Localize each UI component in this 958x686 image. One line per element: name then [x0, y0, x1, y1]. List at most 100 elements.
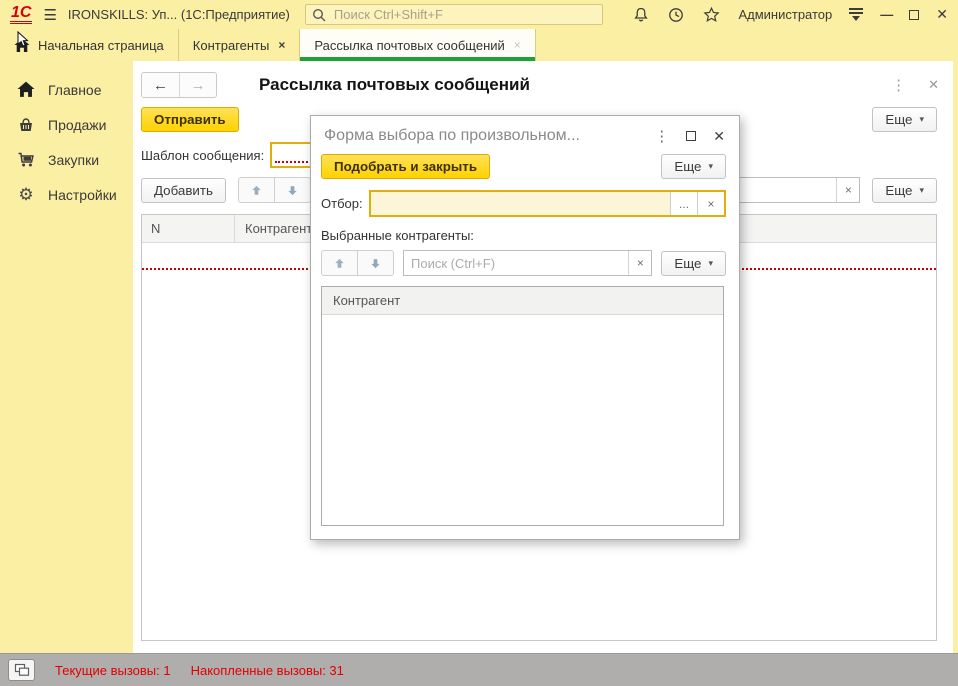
chevron-down-icon: ▾ [919, 115, 924, 124]
clear-search-icon[interactable]: × [628, 251, 651, 275]
sidebar-item-label: Закупки [48, 152, 99, 168]
dialog-toolbar: Подобрать и закрыть Еще ▾ [311, 150, 739, 179]
move-down-button[interactable] [357, 250, 394, 276]
clear-search-icon[interactable]: × [836, 178, 859, 202]
dialog-header[interactable]: Форма выбора по произвольном... ⋮ ✕ [311, 116, 739, 150]
mouse-cursor [17, 31, 31, 49]
sidebar-item-label: Продажи [48, 117, 106, 133]
more-button-label: Еще [885, 183, 912, 198]
arrow-up-icon [333, 257, 346, 270]
dialog-search-box[interactable]: × [403, 250, 652, 276]
forward-button[interactable]: → [179, 73, 216, 97]
chevron-down-icon: ▾ [708, 259, 713, 268]
dialog-title: Форма выбора по произвольном... [324, 127, 654, 145]
favorites-star-icon[interactable] [702, 6, 721, 24]
title-bar: 1С ☰ IRONSKILLS: Уп... (1С:Предприятие) … [0, 0, 958, 29]
main-menu-icon[interactable]: ☰ [43, 6, 56, 24]
table-body[interactable] [322, 315, 723, 525]
performance-indicators-button[interactable] [8, 659, 35, 681]
tab-bar: Начальная страница Контрагенты × Рассылк… [0, 29, 958, 61]
tab-contractors[interactable]: Контрагенты × [179, 29, 301, 61]
dialog-command-bar: × Еще ▾ [311, 243, 739, 276]
arrow-down-icon [286, 184, 299, 197]
table-header: Контрагент [322, 287, 723, 315]
history-icon[interactable] [667, 6, 685, 24]
tab-label: Контрагенты [193, 38, 270, 53]
form-menu-kebab-icon[interactable]: ⋮ [891, 76, 906, 94]
sidebar-item-purchases[interactable]: Закупки [0, 142, 133, 177]
service-menu-icon[interactable] [849, 8, 863, 21]
filter-input[interactable] [371, 192, 670, 215]
current-calls-counter: Текущие вызовы: 1 [55, 663, 171, 678]
selected-contractors-label: Выбранные контрагенты: [311, 217, 739, 243]
column-header-contractor[interactable]: Контрагент [333, 293, 400, 308]
clear-filter-icon[interactable]: × [697, 192, 724, 215]
filter-row: Отбор: ... × [311, 179, 739, 217]
page-title: Рассылка почтовых сообщений [259, 75, 530, 95]
home-icon [17, 81, 35, 98]
sidebar-item-label: Главное [48, 82, 102, 98]
dialog-more-button[interactable]: Еще ▾ [661, 154, 726, 179]
pick-and-close-button[interactable]: Подобрать и закрыть [321, 154, 490, 179]
close-tab-icon[interactable]: × [514, 38, 521, 52]
dialog-menu-kebab-icon[interactable]: ⋮ [654, 127, 669, 145]
move-down-button[interactable] [274, 177, 311, 203]
template-label: Шаблон сообщения: [141, 148, 264, 163]
notifications-bell-icon[interactable] [632, 6, 650, 24]
maximize-button[interactable] [909, 10, 919, 20]
titlebar-controls: Администратор — ✕ [632, 6, 948, 24]
status-bar: Текущие вызовы: 1 Накопленные вызовы: 31 [0, 653, 958, 686]
gear-icon: ⚙ [17, 186, 35, 203]
dialog-maximize-icon[interactable] [686, 131, 696, 141]
sidebar-item-settings[interactable]: ⚙ Настройки [0, 177, 133, 212]
more-button[interactable]: Еще ▾ [872, 107, 937, 132]
sidebar-item-label: Настройки [48, 187, 117, 203]
tab-mail-distribution[interactable]: Рассылка почтовых сообщений × [300, 29, 535, 61]
close-window-button[interactable]: ✕ [936, 6, 948, 23]
chevron-down-icon: ▾ [708, 162, 713, 171]
dialog-reorder-buttons [321, 250, 394, 276]
tab-label: Рассылка почтовых сообщений [314, 38, 504, 53]
reorder-buttons [238, 177, 311, 203]
form-window-controls: ⋮ ✕ [891, 76, 941, 94]
chevron-down-icon: ▾ [919, 186, 924, 195]
column-header-n[interactable]: N [142, 215, 235, 242]
1c-logo: 1С [10, 5, 32, 25]
arrow-down-icon [369, 257, 382, 270]
sidebar-item-main[interactable]: Главное [0, 72, 133, 107]
current-user-label[interactable]: Администратор [738, 7, 832, 22]
more-button-label: Еще [674, 256, 701, 271]
dialog-search-input[interactable] [404, 251, 628, 275]
windows-stack-icon [14, 663, 30, 677]
dialog-list-more-button[interactable]: Еще ▾ [661, 251, 726, 276]
sidebar-item-sales[interactable]: Продажи [0, 107, 133, 142]
accumulated-calls-counter: Накопленные вызовы: 31 [191, 663, 344, 678]
arrow-up-icon [250, 184, 263, 197]
global-search-input[interactable] [332, 6, 596, 23]
filter-label: Отбор: [321, 196, 363, 211]
move-up-button[interactable] [321, 250, 358, 276]
choose-value-button[interactable]: ... [670, 192, 697, 215]
add-button[interactable]: Добавить [141, 178, 226, 203]
window-title: IRONSKILLS: Уп... (1С:Предприятие) [68, 7, 290, 22]
selection-form-dialog: Форма выбора по произвольном... ⋮ ✕ Подо… [310, 115, 740, 540]
selected-contractors-table: Контрагент [321, 286, 724, 526]
global-search-box[interactable] [305, 4, 603, 25]
form-header: ← → Рассылка почтовых сообщений ⋮ ✕ [133, 72, 953, 98]
dialog-close-icon[interactable]: ✕ [713, 128, 725, 145]
send-button[interactable]: Отправить [141, 107, 239, 132]
form-close-icon[interactable]: ✕ [928, 77, 939, 93]
minimize-button[interactable]: — [880, 7, 892, 22]
tab-label: Начальная страница [38, 38, 164, 53]
close-tab-icon[interactable]: × [278, 38, 285, 52]
application-window: 1С ☰ IRONSKILLS: Уп... (1С:Предприятие) … [0, 0, 958, 686]
filter-field[interactable]: ... × [369, 190, 726, 217]
list-more-button[interactable]: Еще ▾ [872, 178, 937, 203]
navigation-buttons: ← → [141, 72, 217, 98]
move-up-button[interactable] [238, 177, 275, 203]
cart-icon [17, 151, 35, 168]
sections-sidebar: Главное Продажи Закупки [0, 61, 133, 653]
search-icon [312, 8, 326, 22]
back-button[interactable]: ← [142, 73, 179, 97]
basket-icon [17, 116, 35, 133]
